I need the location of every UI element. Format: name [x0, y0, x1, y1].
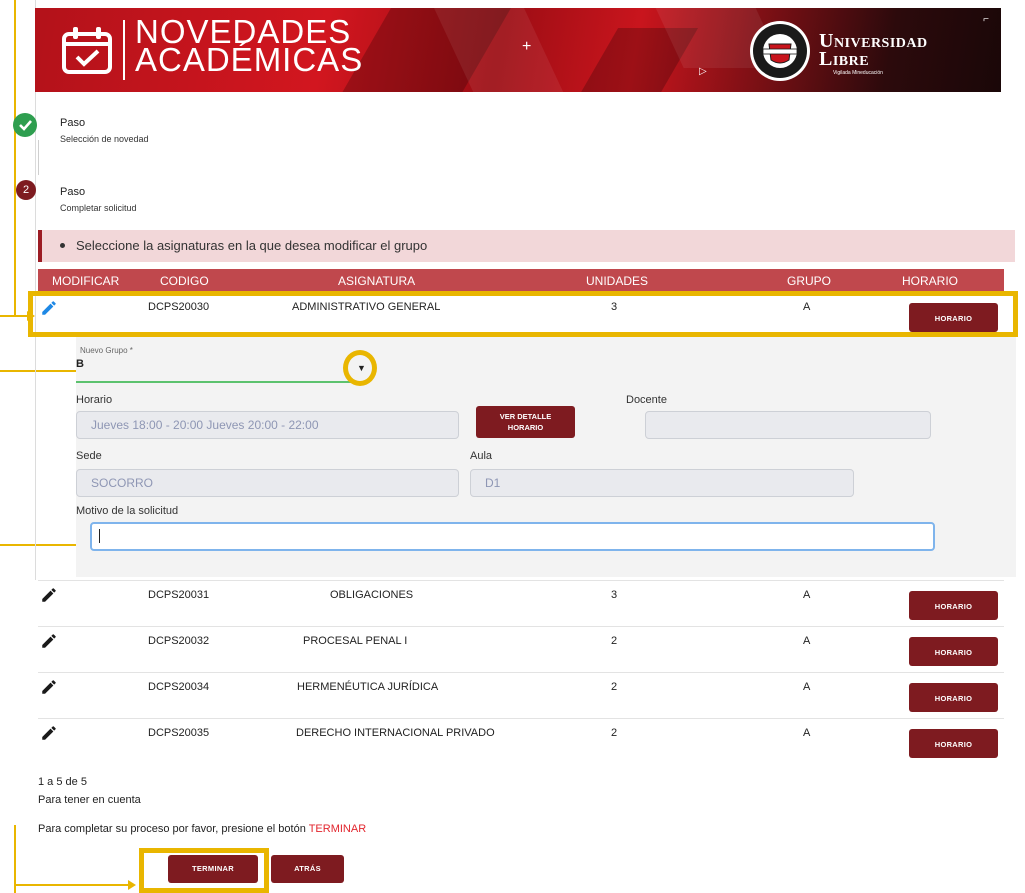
row-codigo: DCPS20032	[148, 635, 210, 647]
col-unidades: UNIDADES	[586, 274, 649, 288]
annotation-arrow-row	[0, 315, 28, 317]
play-icon: ▷	[699, 66, 707, 77]
alert-text: Seleccione la asignaturas en la que dese…	[76, 238, 428, 253]
row-unidades: 3	[611, 589, 618, 601]
row-asignatura: OBLIGACIONES	[330, 589, 414, 601]
table-row: DCPS20034 HERMENÉUTICA JURÍDICA 2 A HORA…	[38, 673, 1004, 718]
col-asignatura: ASIGNATURA	[338, 274, 416, 288]
ver-detalle-line1: VER DETALLE	[499, 412, 552, 421]
step-1-title: Paso	[60, 117, 86, 129]
row-asignatura: HERMENÉUTICA JURÍDICA	[297, 681, 439, 693]
row-codigo: DCPS20031	[148, 589, 210, 601]
plus-icon: +	[522, 38, 532, 55]
banner-title: NOVEDADES ACADÉMICAS	[123, 15, 364, 80]
banner-title-line2: ACADÉMICAS	[135, 41, 364, 78]
highlight-terminar	[139, 848, 269, 893]
motivo-input[interactable]	[90, 522, 935, 551]
row-grupo: A	[803, 727, 811, 739]
corner-icon: ⌐	[983, 14, 989, 25]
table-row: DCPS20032 PROCESAL PENAL I 2 A HORARIO	[38, 627, 1004, 672]
row-unidades: 2	[611, 727, 618, 739]
step-2-badge: 2	[16, 180, 36, 200]
select-underline	[76, 381, 366, 383]
row-asignatura: PROCESAL PENAL I	[303, 635, 408, 647]
pencil-icon[interactable]	[40, 678, 58, 696]
row-unidades: 2	[611, 635, 618, 647]
step-connector	[38, 140, 39, 175]
step-2-subtitle: Completar solicitud	[60, 203, 137, 213]
col-modificar: MODIFICAR	[52, 274, 120, 288]
row-codigo: DCPS20035	[148, 727, 210, 739]
ver-detalle-horario-button[interactable]: VER DETALLE HORARIO	[476, 406, 575, 438]
col-codigo: CODIGO	[160, 274, 209, 288]
row-grupo: A	[803, 681, 811, 693]
table-row: DCPS20031 OBLIGACIONES 3 A HORARIO	[38, 581, 1004, 626]
annotation-arrow-terminar	[14, 884, 130, 886]
motivo-label: Motivo de la solicitud	[76, 505, 179, 517]
row-unidades: 2	[611, 681, 618, 693]
aula-label: Aula	[470, 450, 493, 462]
row-grupo: A	[803, 589, 811, 601]
university-motto: Vigilada Mineducación	[833, 70, 883, 76]
university-name: Universidad Libre	[819, 31, 928, 70]
nuevo-grupo-label: Nuevo Grupo *	[80, 346, 133, 355]
table-header: MODIFICAR CODIGO ASIGNATURA UNIDADES GRU…	[38, 269, 1004, 291]
ver-detalle-line2: HORARIO	[507, 423, 544, 432]
annotation-frame-bottom	[14, 825, 16, 893]
university-seal-icon	[750, 21, 810, 81]
table-row: DCPS20035 DERECHO INTERNACIONAL PRIVADO …	[38, 719, 1004, 764]
step-2-title: Paso	[60, 186, 86, 198]
highlight-dropdown	[343, 350, 377, 386]
horario-button[interactable]: HORARIO	[909, 683, 998, 712]
step-1-done-badge	[13, 113, 37, 137]
calendar-check-icon	[62, 27, 112, 74]
bullet-dot	[60, 243, 65, 248]
sede-label: Sede	[76, 450, 102, 462]
row-grupo: A	[803, 635, 811, 647]
step-1-subtitle: Selección de novedad	[60, 134, 149, 144]
col-grupo: GRUPO	[787, 274, 832, 288]
highlight-selected-row	[28, 291, 1018, 337]
pencil-icon[interactable]	[40, 724, 58, 742]
finish-instruction: Para completar su proceso por favor, pre…	[38, 823, 366, 835]
row-asignatura: DERECHO INTERNACIONAL PRIVADO	[296, 727, 495, 739]
text-cursor	[99, 529, 100, 543]
row-codigo: DCPS20034	[148, 681, 210, 693]
horario-button[interactable]: HORARIO	[909, 729, 998, 758]
finish-instruction-text: Para completar su proceso por favor, pre…	[38, 823, 306, 835]
horario-field: Jueves 18:00 - 20:00 Jueves 20:00 - 22:0…	[76, 411, 459, 439]
pencil-icon[interactable]	[40, 586, 58, 604]
instruction-alert: Seleccione la asignaturas en la que dese…	[38, 230, 1015, 262]
university-name-line2: Libre	[819, 48, 870, 70]
annotation-arrow-motivo	[0, 544, 78, 546]
annotation-arrowhead-terminar	[128, 880, 136, 890]
finish-instruction-keyword: TERMINAR	[308, 823, 367, 835]
pencil-icon[interactable]	[40, 632, 58, 650]
check-icon	[19, 120, 32, 131]
annotation-frame-top	[14, 0, 16, 316]
horario-button[interactable]: HORARIO	[909, 591, 998, 620]
nuevo-grupo-select[interactable]: B	[76, 358, 84, 370]
aula-field: D1	[470, 469, 854, 497]
docente-field	[645, 411, 931, 439]
col-horario: HORARIO	[902, 274, 959, 288]
header-banner: NOVEDADES ACADÉMICAS + ▷ ⌐ Universidad L…	[35, 8, 1001, 92]
horario-button[interactable]: HORARIO	[909, 637, 998, 666]
sede-field: SOCORRO	[76, 469, 459, 497]
atras-button[interactable]: ATRÁS	[271, 855, 344, 883]
note-title: Para tener en cuenta	[38, 794, 141, 806]
horario-label: Horario	[76, 394, 113, 406]
docente-label: Docente	[626, 394, 667, 406]
pagination-info: 1 a 5 de 5	[38, 776, 87, 788]
